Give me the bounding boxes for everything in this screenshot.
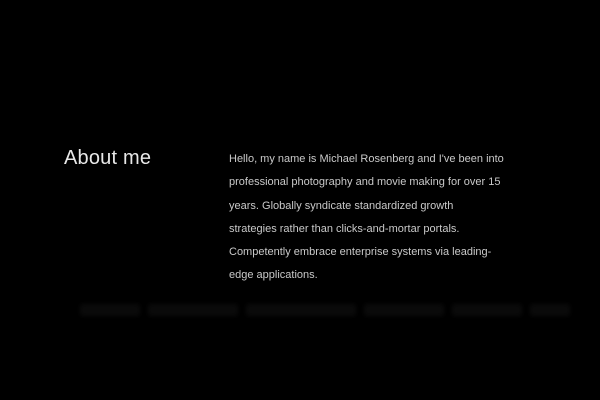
about-paragraph: Hello, my name is Michael Rosenberg and …: [229, 148, 534, 288]
faded-block: [452, 304, 522, 316]
faded-block: [530, 304, 570, 316]
about-line: edge applications.: [229, 269, 318, 282]
faded-block: [80, 304, 140, 316]
faded-block: [246, 304, 356, 316]
faded-block: [364, 304, 444, 316]
about-line: professional photography and movie makin…: [229, 176, 501, 189]
about-line: Competently embrace enterprise systems v…: [229, 246, 492, 259]
about-line: years. Globally syndicate standardized g…: [229, 199, 454, 212]
about-line: Hello, my name is Michael Rosenberg and …: [229, 153, 504, 165]
faded-block: [148, 304, 238, 316]
about-section: About me Hello, my name is Michael Rosen…: [0, 0, 600, 400]
section-heading: About me: [64, 147, 152, 169]
about-line: strategies rather than clicks-and-mortar…: [229, 222, 460, 235]
faded-content-row: [80, 304, 580, 318]
